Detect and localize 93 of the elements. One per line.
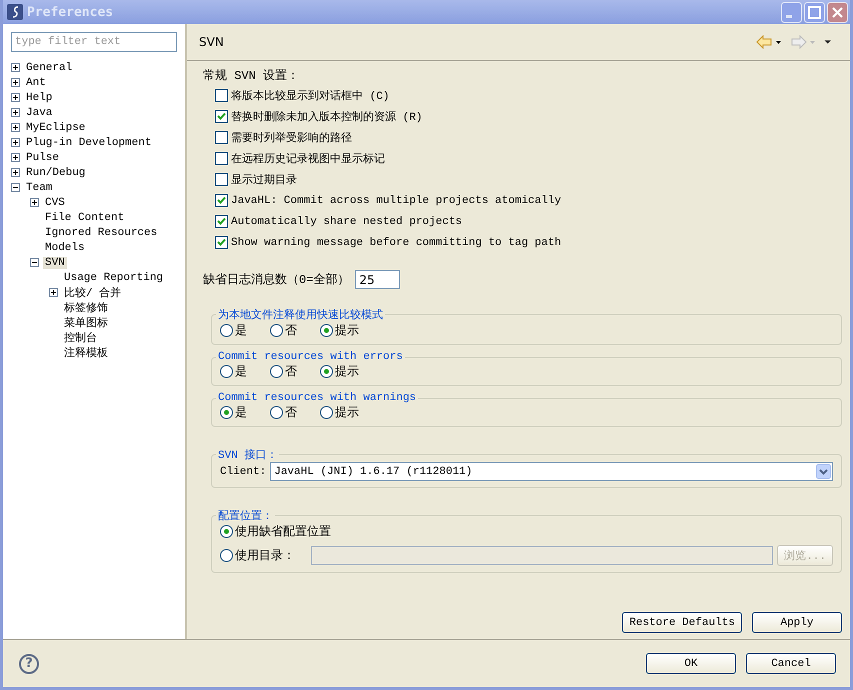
radio-button[interactable] bbox=[320, 364, 333, 378]
collapse-icon[interactable] bbox=[30, 258, 39, 267]
radio-button[interactable] bbox=[270, 324, 283, 336]
tree-item[interactable]: 注释模板 bbox=[62, 345, 110, 360]
checkbox-label: 替换时删除未加入版本控制的资源 (R) bbox=[231, 110, 422, 124]
expand-icon[interactable] bbox=[30, 198, 39, 207]
tree-item[interactable]: CVS bbox=[43, 196, 67, 208]
collapse-icon[interactable] bbox=[11, 183, 20, 192]
expand-icon[interactable] bbox=[11, 78, 20, 87]
checkbox-label: Show warning message before committing to tag path bbox=[231, 236, 562, 248]
tree-item[interactable]: File Content bbox=[43, 212, 126, 224]
tree-item[interactable]: General bbox=[24, 62, 74, 74]
expand-icon[interactable] bbox=[11, 138, 20, 147]
checkbox[interactable] bbox=[215, 152, 228, 165]
tree-item[interactable]: Team bbox=[24, 182, 54, 194]
directory-field[interactable] bbox=[311, 546, 774, 565]
expand-icon[interactable] bbox=[11, 63, 20, 72]
checkbox-label: JavaHL: Commit across multiple projects atomically bbox=[231, 194, 562, 206]
tree-item[interactable]: 控制台 bbox=[62, 330, 99, 345]
group-title: 为本地文件注释使用快速比较模式 bbox=[217, 308, 384, 322]
expand-icon[interactable] bbox=[11, 168, 20, 177]
tree-item[interactable]: Ant bbox=[24, 76, 48, 88]
tree-item[interactable]: 比较/ 合并 bbox=[62, 285, 124, 300]
radio-label: 是 bbox=[235, 322, 247, 338]
dropdown-icon[interactable] bbox=[816, 464, 831, 479]
radio-button[interactable] bbox=[220, 406, 233, 418]
expand-icon[interactable] bbox=[49, 288, 58, 297]
field-label: Client: bbox=[220, 466, 266, 478]
tree-item[interactable]: Run/Debug bbox=[24, 166, 88, 178]
tree-item[interactable]: Models bbox=[43, 242, 87, 254]
checkbox[interactable] bbox=[215, 236, 228, 249]
tree-item[interactable]: Pulse bbox=[24, 152, 62, 164]
app-icon bbox=[7, 4, 23, 20]
radio-button[interactable] bbox=[320, 324, 333, 336]
radio-label: 否 bbox=[285, 364, 297, 380]
tree-item[interactable]: 标签修饰 bbox=[62, 300, 110, 315]
radio-label: 使用目录： bbox=[235, 548, 295, 564]
checkbox[interactable] bbox=[215, 173, 228, 186]
tree-item[interactable]: Usage Reporting bbox=[62, 272, 166, 284]
window-title: Preferences bbox=[27, 4, 114, 20]
group-title: SVN 接口： bbox=[217, 448, 278, 462]
checkbox-label: 将版本比较显示到对话框中 (C) bbox=[231, 89, 390, 103]
group-title: Commit resources with errors bbox=[217, 351, 404, 363]
checkbox-label: 显示过期目录 bbox=[231, 173, 297, 187]
radio-button[interactable] bbox=[270, 406, 283, 418]
radio-button[interactable] bbox=[220, 524, 233, 538]
radio-label: 提示 bbox=[335, 364, 359, 380]
tree-item[interactable]: SVN bbox=[43, 256, 67, 268]
checkbox[interactable] bbox=[215, 215, 228, 228]
checkbox[interactable] bbox=[215, 89, 228, 102]
radio-label: 提示 bbox=[335, 322, 359, 338]
checkbox-label: 需要时列举受影响的路径 bbox=[231, 130, 352, 145]
page-title: SVN bbox=[199, 35, 225, 49]
checkbox-label: Automatically share nested projects bbox=[231, 216, 462, 228]
field-label: 缺省日志消息数（0=全部） bbox=[203, 272, 350, 288]
expand-icon[interactable] bbox=[11, 153, 20, 162]
help-icon[interactable]: ? bbox=[19, 654, 39, 674]
group-title: Commit resources with warnings bbox=[217, 392, 418, 404]
ok-button[interactable]: OK bbox=[646, 653, 736, 674]
radio-button[interactable] bbox=[220, 324, 233, 336]
log-count-field[interactable]: 25 bbox=[355, 270, 400, 289]
radio-button[interactable] bbox=[220, 364, 233, 378]
expand-icon[interactable] bbox=[11, 123, 20, 132]
filter-field[interactable]: type filter text bbox=[11, 32, 177, 52]
radio-label: 提示 bbox=[335, 404, 359, 420]
expand-icon[interactable] bbox=[11, 93, 20, 102]
radio-label: 是 bbox=[235, 404, 247, 420]
radio-button[interactable] bbox=[220, 549, 233, 562]
apply-button[interactable]: Apply bbox=[752, 612, 842, 633]
radio-label: 否 bbox=[285, 404, 297, 420]
radio-label: 否 bbox=[285, 322, 297, 338]
tree-item[interactable]: Ignored Resources bbox=[43, 226, 160, 238]
checkbox[interactable] bbox=[215, 194, 228, 207]
tree-item[interactable]: Plug-in Development bbox=[24, 136, 154, 148]
checkbox[interactable] bbox=[215, 131, 228, 144]
radio-label: 使用缺省配置位置 bbox=[235, 524, 331, 540]
client-dropdown[interactable]: JavaHL (JNI) 1.6.17 (r1128011) bbox=[270, 462, 833, 481]
cancel-button[interactable]: Cancel bbox=[746, 653, 836, 674]
restore-defaults-button[interactable]: Restore Defaults bbox=[622, 612, 742, 633]
close-icon[interactable] bbox=[827, 2, 848, 22]
tree-item[interactable]: MyEclipse bbox=[24, 122, 88, 134]
group-title: 配置位置： bbox=[217, 509, 274, 523]
expand-icon[interactable] bbox=[11, 108, 20, 117]
tree-item[interactable]: Java bbox=[24, 106, 54, 118]
radio-label: 是 bbox=[235, 364, 247, 380]
tree-item[interactable]: Help bbox=[24, 92, 54, 104]
checkbox-label: 在远程历史记录视图中显示标记 bbox=[231, 152, 385, 166]
back-icon[interactable] bbox=[756, 35, 782, 49]
checkbox[interactable] bbox=[215, 110, 228, 123]
radio-button[interactable] bbox=[320, 406, 333, 418]
tree-item[interactable]: 菜单图标 bbox=[62, 315, 110, 330]
section-label: 常规 SVN 设置： bbox=[203, 68, 300, 84]
radio-button[interactable] bbox=[270, 364, 283, 378]
